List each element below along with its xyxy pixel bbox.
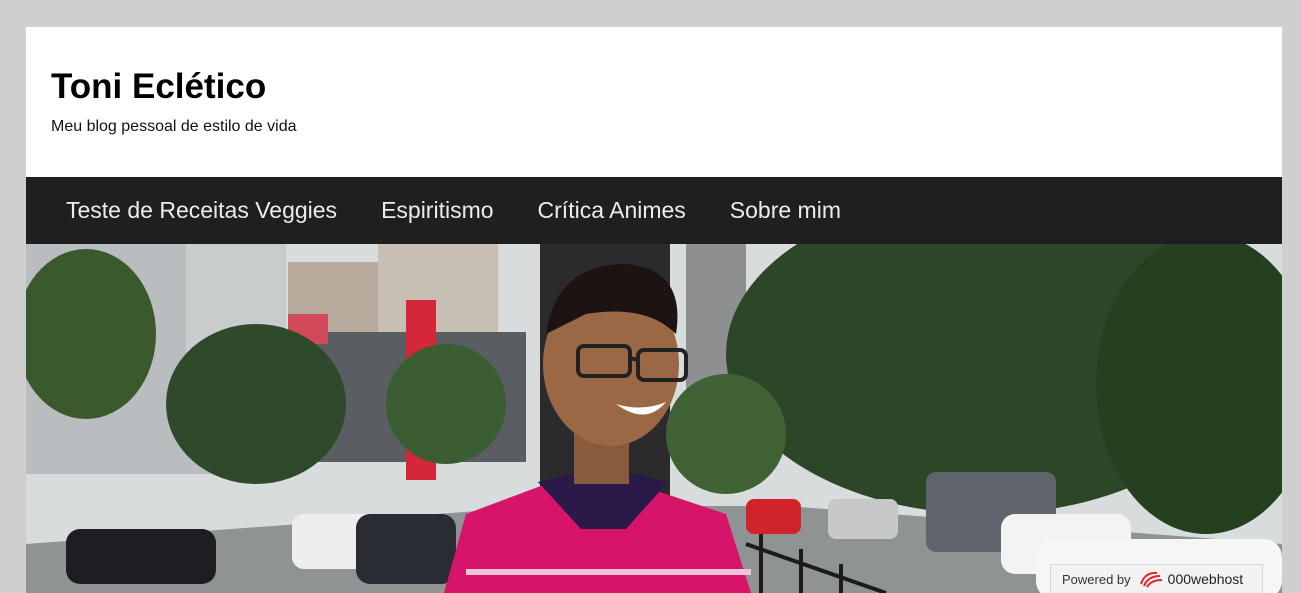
main-navigation: Teste de Receitas Veggies Espiritismo Cr… [26,177,1282,244]
tree-cluster-left [166,324,346,484]
building-tan-2 [378,244,498,334]
page-container: Toni Eclético Meu blog pessoal de estilo… [26,27,1282,593]
tree-center-left [386,344,506,464]
site-title[interactable]: Toni Eclético [51,67,266,107]
powered-by-brand: 000webhost [1167,571,1244,587]
site-header: Toni Eclético Meu blog pessoal de estilo… [26,27,1282,177]
shirt-stripe [466,569,751,575]
glasses-bridge [629,356,639,362]
powered-by-label: Powered by [1062,571,1131,587]
car-red [746,499,801,534]
nav-item-sobre-mim[interactable]: Sobre mim [708,177,863,244]
car-dark-2 [356,514,456,584]
nav-item-espiritismo[interactable]: Espiritismo [359,177,515,244]
powered-by-badge[interactable]: Powered by 000webhost [1050,564,1263,593]
nav-item-receitas-veggies[interactable]: Teste de Receitas Veggies [44,177,359,244]
tree-center-right [666,374,786,494]
nav-item-critica-animes[interactable]: Crítica Animes [516,177,708,244]
header-photo: Powered by 000webhost [26,244,1282,593]
header-photo-illustration [26,244,1282,593]
site-tagline: Meu blog pessoal de estilo de vida [51,118,297,135]
car-dark [66,529,216,584]
webhost-logo-icon [1139,570,1163,588]
car-silver [828,499,898,539]
